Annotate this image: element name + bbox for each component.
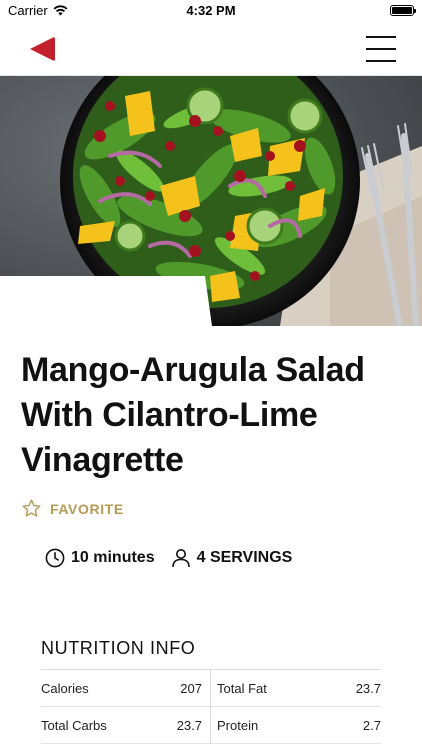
prep-time-label: 10 minutes	[71, 549, 155, 566]
favorite-label: FAVORITE	[50, 500, 124, 517]
nutrition-row: Calories 207 Total Fat 23.7	[41, 670, 381, 707]
status-time: 4:32 PM	[186, 3, 236, 18]
nutrition-table: Calories 207 Total Fat 23.7 Total Carbs …	[41, 669, 381, 744]
recipe-title: Mango-Arugula Salad With Cilantro-Lime V…	[21, 351, 365, 479]
nutrient-value: 23.7	[355, 681, 381, 696]
person-icon	[171, 549, 190, 568]
back-triangle-icon	[30, 37, 55, 61]
nutrition-row: Total Carbs 23.7 Protein 2.7	[41, 707, 381, 744]
menu-button[interactable]	[364, 34, 398, 64]
hero-notch	[0, 276, 212, 326]
favorite-button[interactable]: FAVORITE	[21, 498, 124, 519]
menu-line	[366, 60, 396, 62]
nutrition-cell: Protein 2.7	[211, 707, 381, 744]
nutrition-title: NUTRITION INFO	[41, 638, 196, 658]
clock-icon	[45, 548, 65, 568]
nutrient-label: Calories	[41, 681, 89, 696]
servings: 4 SERVINGS	[171, 548, 293, 568]
nutrition-cell: Calories 207	[41, 670, 211, 707]
nutrition-cell: Total Carbs 23.7	[41, 707, 211, 744]
nutrient-value: 23.7	[176, 718, 202, 733]
prep-time: 10 minutes	[45, 548, 155, 568]
nutrient-label: Total Fat	[217, 681, 267, 696]
nutrient-label: Total Carbs	[41, 718, 107, 733]
status-bar: Carrier 4:32 PM	[0, 0, 422, 22]
nutrient-label: Protein	[217, 718, 259, 733]
navigation-bar	[0, 22, 422, 76]
battery-icon	[390, 5, 416, 16]
nutrient-value: 2.7	[362, 718, 381, 733]
menu-line	[366, 36, 396, 38]
servings-label: 4 SERVINGS	[196, 549, 293, 566]
recipe-meta: 10 minutes 4 SERVINGS	[45, 548, 292, 568]
star-icon	[22, 499, 41, 517]
back-button[interactable]	[26, 34, 58, 64]
nutrient-value: 207	[180, 681, 202, 696]
menu-line	[366, 48, 396, 50]
nutrition-cell: Total Fat 23.7	[211, 670, 381, 707]
